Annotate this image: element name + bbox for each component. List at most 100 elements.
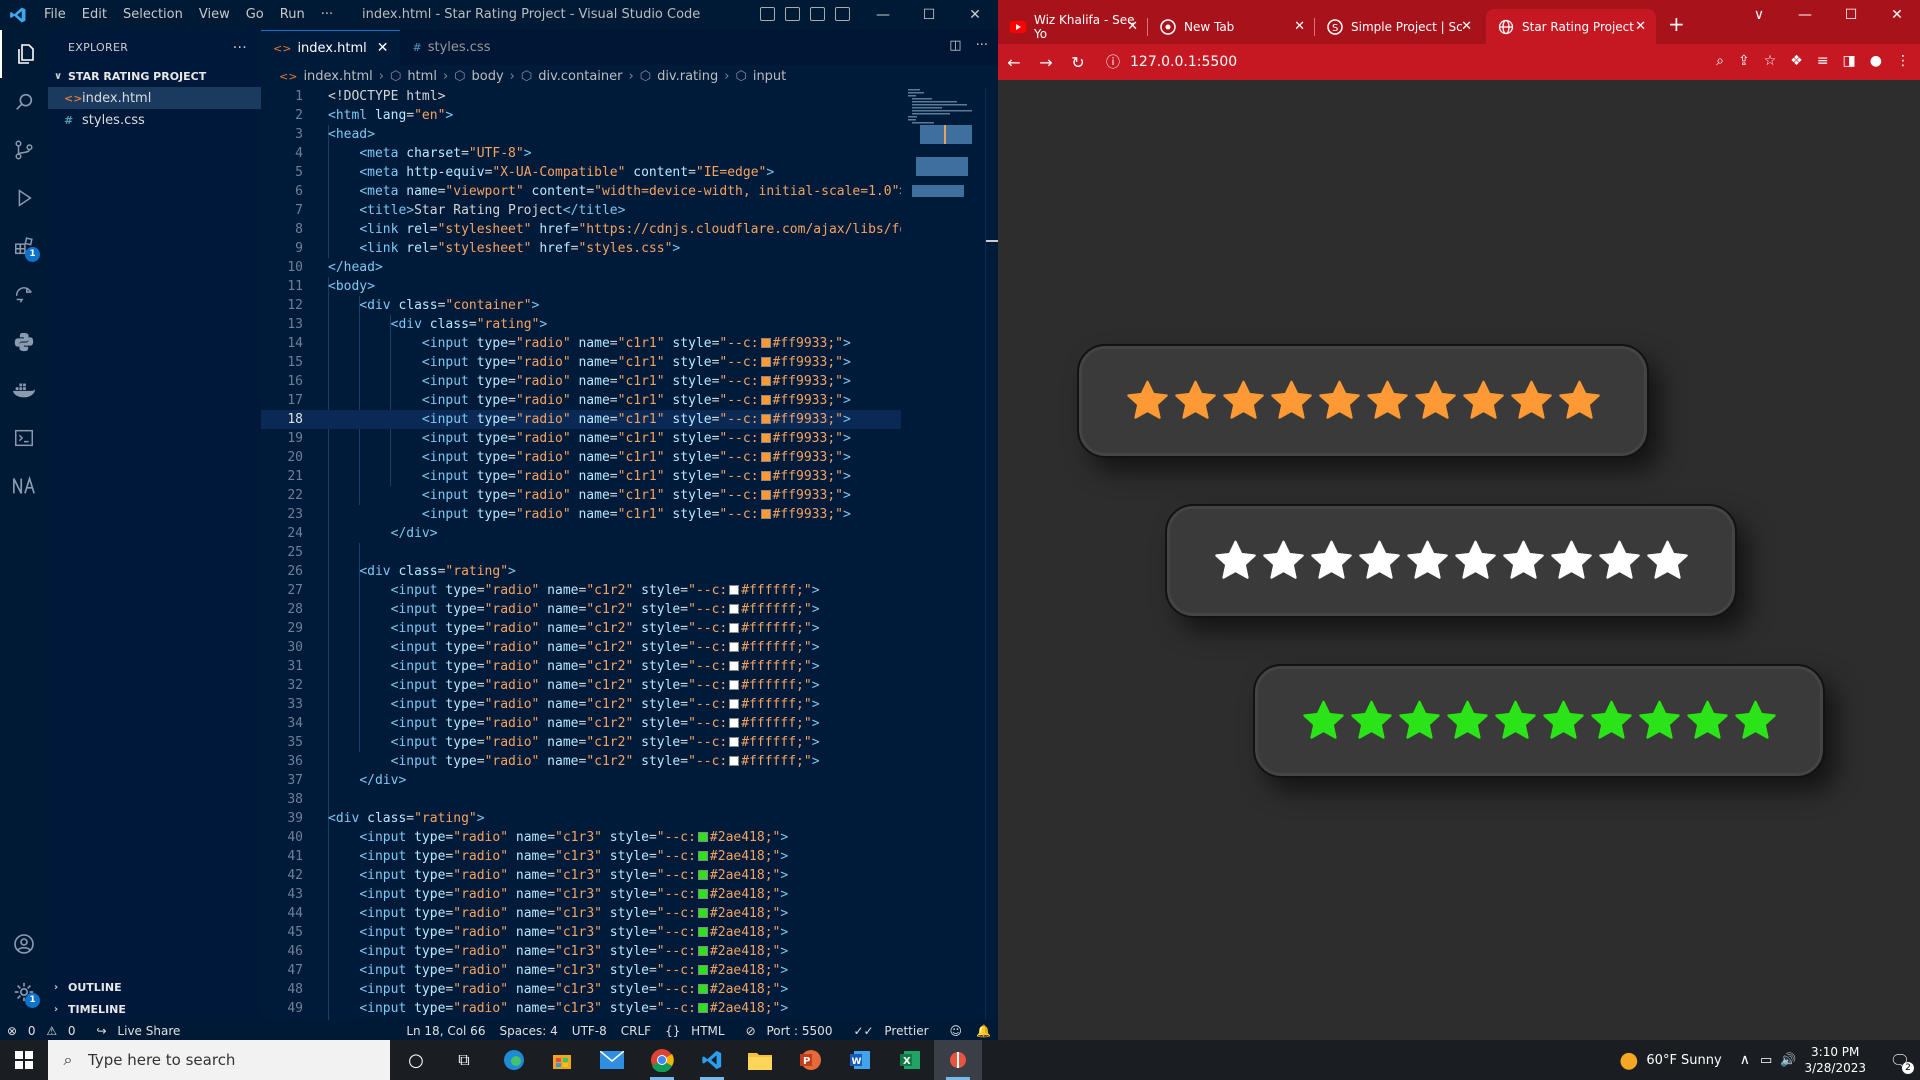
code-line[interactable]: 17 <input type="radio" name="c1r1" style… [261,391,901,410]
close-tab-icon[interactable]: ✕ [1635,19,1646,34]
run-debug-icon[interactable] [0,174,48,222]
color-swatch-icon[interactable] [760,414,771,424]
code-line[interactable]: 34 <input type="radio" name="c1r2" style… [261,714,901,733]
code-line[interactable]: 9 <link rel="stylesheet" href="styles.cs… [261,239,901,258]
minimize-icon[interactable]: — [860,0,906,30]
star-icon[interactable] [1493,699,1538,744]
star-icon[interactable] [1365,379,1410,424]
source-control-icon[interactable] [0,126,48,174]
color-swatch-icon[interactable] [729,661,740,671]
forward-icon[interactable]: → [1030,53,1062,72]
excel-icon[interactable]: X [886,1040,934,1080]
color-swatch-icon[interactable] [729,756,740,766]
side-panel-icon[interactable]: ◨ [1843,53,1856,69]
star-icon[interactable] [1549,539,1594,584]
new-tab-button[interactable]: + [1668,12,1685,36]
star-icon[interactable] [1213,539,1258,584]
star-icon[interactable] [1733,699,1778,744]
eol-status[interactable]: CRLF [614,1024,658,1038]
menu-more[interactable]: ··· [313,0,341,30]
code-line[interactable]: 15 <input type="radio" name="c1r1" style… [261,353,901,372]
code-line[interactable]: 21 <input type="radio" name="c1r1" style… [261,467,901,486]
tray-overflow-icon[interactable]: ∧ [1740,1052,1750,1068]
menu-selection[interactable]: Selection [115,0,191,30]
close-tab-icon[interactable]: ✕ [377,40,389,56]
color-swatch-icon[interactable] [729,604,740,614]
code-line[interactable]: 36 <input type="radio" name="c1r2" style… [261,752,901,771]
breadcrumb-item[interactable]: index.html [303,69,372,84]
code-line[interactable]: 2 <html lang="en"> [261,106,901,125]
color-swatch-icon[interactable] [760,357,771,367]
file-item-styles-css[interactable]: # styles.css [48,109,261,131]
color-swatch-icon[interactable] [729,642,740,652]
store-icon[interactable] [538,1040,586,1080]
code-line[interactable]: 48 <input type="radio" name="c1r3" style… [261,980,901,999]
address-bar[interactable]: ⓘ 127.0.0.1:5500 [1094,48,1654,76]
taskbar-search-box[interactable]: ⌕ Type here to search [48,1040,390,1080]
star-icon[interactable] [1349,699,1394,744]
code-line[interactable]: 5 <meta http-equiv = "X-UA-Compatible" con… [261,163,901,182]
breadcrumb-item[interactable]: body [472,69,504,84]
star-icon[interactable] [1645,539,1690,584]
code-line[interactable]: 33 <input type="radio" name="c1r2" style… [261,695,901,714]
star-icon[interactable] [1413,379,1458,424]
code-line[interactable]: 30 <input type="radio" name="c1r2" style… [261,638,901,657]
tab-index-html[interactable]: <> index.html ✕ [261,30,401,65]
code-line[interactable]: 38 [261,790,901,809]
star-icon[interactable] [1445,699,1490,744]
docker-icon[interactable] [0,366,48,414]
code-line[interactable]: 28 <input type="radio" name="c1r2" style… [261,600,901,619]
star-icon[interactable] [1221,379,1266,424]
color-swatch-icon[interactable] [697,946,708,956]
language-mode[interactable]: {} HTML [658,1024,739,1038]
star-icon[interactable] [1269,379,1314,424]
zoom-icon[interactable]: ⌕ [1716,53,1724,69]
color-swatch-icon[interactable] [729,585,740,595]
star-icon[interactable] [1125,379,1170,424]
close-icon[interactable]: ✕ [1874,0,1920,30]
terminal-icon[interactable] [0,414,48,462]
split-editor-icon[interactable]: ◫ [949,38,961,53]
media-controls-icon[interactable]: ≡ [1817,53,1829,69]
menu-view[interactable]: View [191,0,238,30]
code-line[interactable]: 16 <input type="radio" name="c1r1" style… [261,372,901,391]
color-swatch-icon[interactable] [760,471,771,481]
code-line[interactable]: 20 <input type="radio" name="c1r1" style… [261,448,901,467]
code-line[interactable]: 3 <head> [261,125,901,144]
color-swatch-icon[interactable] [760,395,771,405]
color-swatch-icon[interactable] [697,851,708,861]
color-swatch-icon[interactable] [697,870,708,880]
star-icon[interactable] [1637,699,1682,744]
snipping-tool-icon[interactable] [934,1040,982,1080]
volume-icon[interactable]: 🔊 [1780,1053,1796,1068]
browser-tab-youtube[interactable]: Wiz Khalifa - See Yo ✕ [998,9,1148,44]
feedback-icon[interactable]: ☺ [943,1024,970,1038]
color-swatch-icon[interactable] [729,699,740,709]
color-swatch-icon[interactable] [729,623,740,633]
maximize-icon[interactable]: ☐ [906,0,952,30]
browser-tab-star-rating[interactable]: Star Rating Project ✕ [1486,9,1656,44]
color-swatch-icon[interactable] [697,984,708,994]
breadcrumb-item[interactable]: div.rating [657,69,718,84]
project-section[interactable]: ∨ STAR RATING PROJECT [48,65,261,87]
star-icon[interactable] [1357,539,1402,584]
code-line[interactable]: 31 <input type="radio" name="c1r2" style… [261,657,901,676]
code-line[interactable]: 45 <input type="radio" name="c1r3" style… [261,923,901,942]
code-line[interactable]: 26 <div class="rating"> [261,562,901,581]
toggle-sidebar-icon[interactable] [760,7,775,21]
azure-icon[interactable] [0,462,48,510]
star-icon[interactable] [1509,379,1554,424]
star-icon[interactable] [1541,699,1586,744]
menu-go[interactable]: Go [238,0,272,30]
breadcrumb-item[interactable]: input [753,69,786,84]
code-line[interactable]: 18 <input type="radio" name="c1r1" style… [261,410,901,429]
vscode-taskbar-icon[interactable] [688,1040,736,1080]
outline-section[interactable]: › OUTLINE [48,976,261,998]
browser-tab-simple-project[interactable]: S Simple Project | Sc ✕ [1315,9,1482,44]
code-line[interactable]: 37 </div> [261,771,901,790]
browser-menu-icon[interactable]: ⋮ [1896,53,1910,69]
mail-icon[interactable] [588,1040,636,1080]
star-icon[interactable] [1397,699,1442,744]
toggle-panel-icon[interactable] [785,7,800,21]
remote-explorer-icon[interactable] [0,270,48,318]
